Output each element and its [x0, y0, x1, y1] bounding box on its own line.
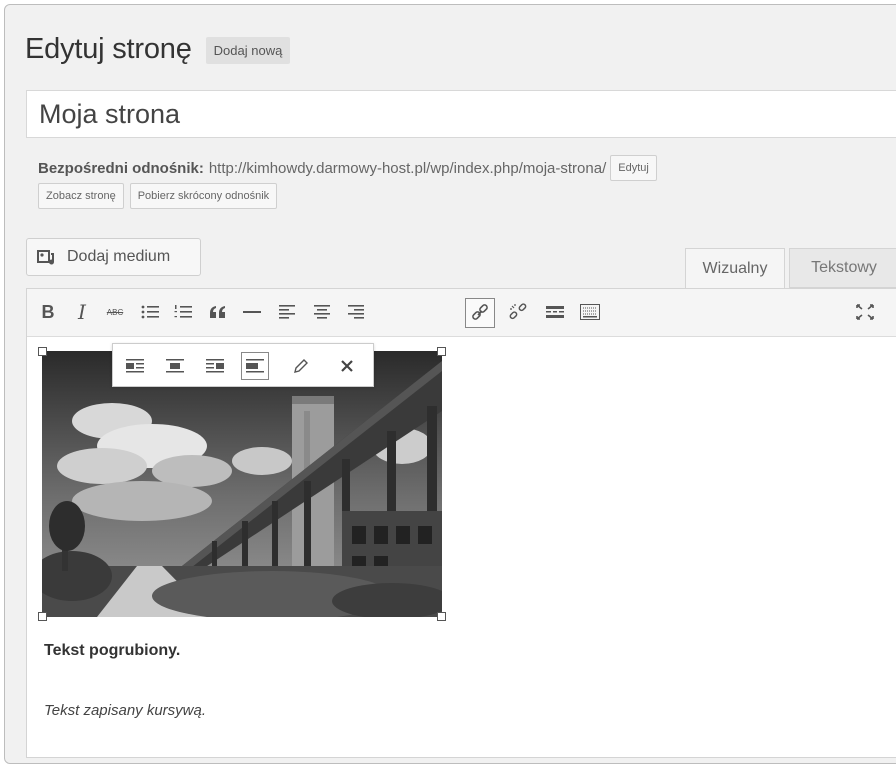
industrial-photo	[32, 351, 452, 621]
add-media-label: Dodaj medium	[67, 248, 171, 265]
post-title-input[interactable]: Moja strona	[26, 90, 896, 138]
permalink-label: Bezpośredni odnośnik:	[38, 159, 204, 177]
resize-handle[interactable]	[38, 612, 47, 621]
tab-text[interactable]: Tekstowy	[789, 248, 896, 288]
read-more-icon[interactable]	[542, 299, 568, 325]
resize-handle[interactable]	[437, 612, 446, 621]
align-center-icon[interactable]	[309, 299, 335, 325]
blockquote-icon[interactable]	[205, 299, 231, 325]
image-align-left-icon[interactable]	[121, 352, 149, 380]
resize-handle[interactable]	[437, 347, 446, 356]
get-shortlink-button[interactable]: Pobierz skrócony odnośnik	[129, 183, 278, 209]
add-new-button[interactable]: Dodaj nową	[205, 37, 291, 64]
image-toolbar	[112, 343, 374, 387]
horizontal-rule-icon[interactable]	[239, 299, 265, 325]
bold-icon[interactable]: B	[35, 299, 61, 325]
bold-paragraph: Tekst pogrubiony.	[44, 642, 181, 659]
edit-page-screen: Edytuj stronę Dodaj nową Moja strona Bez…	[4, 4, 896, 764]
editor: B I ABC Tekst pogrubiony. Tekst zapisany…	[26, 288, 896, 758]
fullscreen-icon[interactable]	[852, 299, 878, 325]
view-page-button[interactable]: Zobacz stronę	[38, 183, 124, 209]
align-left-icon[interactable]	[274, 299, 300, 325]
permalink-actions: Zobacz stronę Pobierz skrócony odnośnik	[38, 183, 278, 209]
add-media-button[interactable]: Dodaj medium	[26, 238, 201, 276]
add-media-icon	[37, 250, 55, 265]
edit-permalink-button[interactable]: Edytuj	[610, 155, 657, 181]
editor-toolbar: B I ABC	[27, 289, 896, 337]
italic-paragraph: Tekst zapisany kursywą.	[44, 702, 207, 719]
insert-link-icon[interactable]	[465, 298, 495, 328]
numbered-list-icon[interactable]	[170, 299, 196, 325]
remove-image-icon[interactable]	[333, 352, 361, 380]
italic-icon[interactable]: I	[69, 299, 95, 325]
image-align-center-icon[interactable]	[161, 352, 189, 380]
resize-handle[interactable]	[38, 347, 47, 356]
bulleted-list-icon[interactable]	[137, 299, 163, 325]
tab-visual[interactable]: Wizualny	[685, 248, 785, 288]
strikethrough-icon[interactable]: ABC	[102, 299, 128, 325]
permalink-url[interactable]: http://kimhowdy.darmowy-host.pl/wp/index…	[209, 160, 606, 177]
align-right-icon[interactable]	[343, 299, 369, 325]
image-align-none-icon[interactable]	[241, 352, 269, 380]
page-heading: Edytuj stronę Dodaj nową	[25, 33, 291, 66]
edit-image-icon[interactable]	[287, 352, 315, 380]
permalink: Bezpośredni odnośnik: http://kimhowdy.da…	[38, 155, 657, 181]
unlink-icon[interactable]	[505, 299, 531, 325]
content-image[interactable]	[32, 347, 452, 621]
toolbar-toggle-icon[interactable]	[577, 299, 603, 325]
page-title: Edytuj stronę	[25, 33, 192, 65]
image-align-right-icon[interactable]	[201, 352, 229, 380]
